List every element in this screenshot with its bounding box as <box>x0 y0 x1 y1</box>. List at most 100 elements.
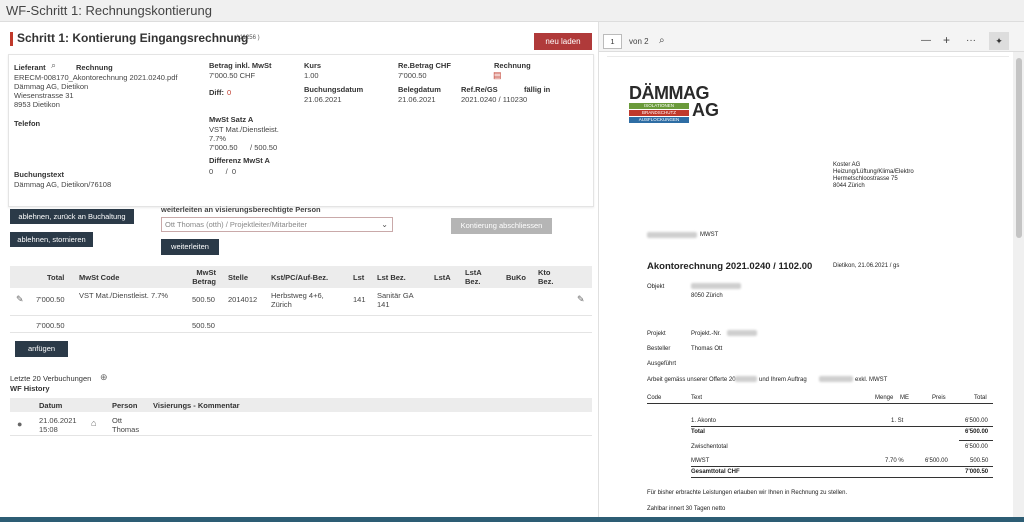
redacted-block <box>819 376 853 382</box>
col-doc-total: Total <box>974 395 987 401</box>
mwst-satz-line-3: 7'000.50 / 500.50 <box>209 143 278 152</box>
header-accent <box>10 32 13 46</box>
arbeit-text-2: und Ihrem Auftrag <box>759 377 807 383</box>
arbeit-text-1: Arbeit gemäss unserer Offerte 20 <box>647 377 736 383</box>
pdf-toolbar: 1 von 2 ⌕ — + ··· ✦ <box>599 22 1024 52</box>
rechnung2-label: Rechnung <box>494 61 531 70</box>
reload-button[interactable]: neu laden <box>534 33 592 50</box>
diff-value: 0 <box>227 88 232 97</box>
page-number-input[interactable]: 1 <box>603 34 622 49</box>
diff-label: Diff: <box>209 88 224 97</box>
rechnung-label: Rechnung <box>76 63 113 72</box>
pdf-viewer-pane: 1 von 2 ⌕ — + ··· ✦ DÄMMAG AG ISOLATIONE… <box>598 22 1024 522</box>
refre-label: Ref.Re/GS <box>461 85 498 94</box>
last-bookings-link[interactable]: Letzte 20 Verbuchungen <box>10 374 91 383</box>
row-mwst-code: VST Mat./Dienstleist. 7.7% <box>79 291 169 300</box>
edit-doc-icon[interactable]: ✎ <box>577 294 585 305</box>
page-title: Schritt 1: Kontierung Eingangsrechnung <box>17 31 249 45</box>
reject-back-button[interactable]: ablehnen, zurück an Buchaltung <box>10 209 134 224</box>
forward-button[interactable]: weiterleiten <box>161 239 219 255</box>
reject-cancel-button[interactable]: ablehnen, stornieren <box>10 232 93 247</box>
total-label: Total <box>691 429 705 435</box>
col-kst: Kst/PC/Auf-Bez. <box>271 273 329 282</box>
gesamt-value: 7'000.50 <box>965 469 989 475</box>
chevron-down-icon: ⌄ <box>381 220 388 229</box>
zwischentotal-label: Zwischentotal <box>691 444 728 450</box>
col-buko: BuKo <box>506 273 526 282</box>
mwst-value: 500.50 <box>970 458 989 464</box>
history-table-header: Datum Person Visierungs - Kommentar <box>10 398 592 412</box>
table-row[interactable]: ✎ 7'000.50 VST Mat./Dienstleist. 7.7% 50… <box>10 289 592 316</box>
besteller-value: Thomas Ott <box>691 346 723 352</box>
mwst-base: 6'500.00 <box>925 458 948 464</box>
edit-icon[interactable]: ✎ <box>16 294 24 305</box>
invoice-filename[interactable]: ERECM-008170_Akontorechnung 2021.0240.pd… <box>14 73 177 82</box>
objekt-label: Objekt <box>647 284 665 290</box>
col-mwst-betrag: MwSt Betrag <box>192 268 216 286</box>
refre-value: 2021.0240 / 110230 <box>461 95 528 104</box>
mwst-label: MWST <box>691 458 710 464</box>
col-menge: Menge <box>875 395 894 401</box>
recipient-line-4: 8044 Zürich <box>833 183 865 189</box>
row-mwst-betrag: 500.50 <box>192 295 215 304</box>
col-stelle: Stelle <box>228 273 249 282</box>
more-button[interactable]: ··· <box>966 35 976 46</box>
complete-posting-button[interactable]: Kontierung abschliessen <box>451 218 552 234</box>
arbeit-text-3: exkl. MWST <box>855 377 888 383</box>
buchungsdatum-label: Buchungsdatum <box>304 85 364 94</box>
recipient-line-1: Koster AG <box>833 162 861 168</box>
table-rule <box>959 440 993 441</box>
forward-label: weiterleiten an visierungsberechtigte Pe… <box>161 205 321 214</box>
buchungstext-value: Dämmag AG, Dietikon/76108 <box>14 180 112 189</box>
pdf-icon[interactable]: ▤ <box>493 70 502 81</box>
recipient-line-2: Heizung/Lüftung/Klima/Elektro <box>833 169 914 175</box>
betrag-label: Betrag inkl. MwSt <box>209 61 272 70</box>
buchungsdatum-value: 21.06.2021 <box>304 95 342 104</box>
pdf-page: DÄMMAG AG ISOLATIONEN BRANDSCHUTZ AUSFLO… <box>607 56 1009 522</box>
pin-icon[interactable]: ✦ <box>989 32 1009 50</box>
add-row-button[interactable]: anfügen <box>15 341 68 357</box>
gesamt-label: Gesamttotal CHF <box>691 469 740 475</box>
company-logo: DÄMMAG AG ISOLATIONEN BRANDSCHUTZ AUSFLO… <box>629 83 729 125</box>
forward-person-select[interactable]: Ott Thomas (otth) / Projektleiter/Mitarb… <box>161 217 393 232</box>
col-lsta-bez: LstA Bez. <box>465 268 482 286</box>
recipient-line-3: Hermetschloostrasse 75 <box>833 176 898 182</box>
address-line-1: Dämmag AG, Dietikon <box>14 82 89 91</box>
row-lst: 141 <box>353 295 366 304</box>
history-date: 21.06.2021 15:08 <box>39 416 77 434</box>
search-icon[interactable]: ⌕ <box>659 35 665 46</box>
row-stelle: 2014012 <box>228 295 258 304</box>
invoice-info-card: Lieferant ⌕ Rechnung ERECM-008170_Akonto… <box>8 54 594 207</box>
row-lst-bez: Sanitär GA 141 <box>377 291 414 309</box>
sum-total: 7'000.50 <box>36 321 65 330</box>
page-count: von 2 <box>629 37 649 46</box>
zoom-in-button[interactable]: + <box>943 33 950 47</box>
buchungstext-label: Buchungstext <box>14 170 65 179</box>
row-total: 7'000.50 <box>36 295 65 304</box>
scroll-thumb[interactable] <box>1016 58 1022 238</box>
zoom-out-button[interactable]: — <box>921 35 931 46</box>
table-rule <box>691 426 993 427</box>
form-pane: Schritt 1: Kontierung Eingangsrechnung (… <box>0 22 598 517</box>
zwischentotal-value: 6'500.00 <box>965 444 988 450</box>
logo-ag: AG <box>692 100 719 120</box>
col-kto-bez: Kto Bez. <box>538 268 554 286</box>
rebetrag-value: 7'000.50 <box>398 71 427 80</box>
rebetrag-label: Re.Betrag CHF <box>398 61 451 70</box>
plus-circle-icon[interactable]: ⊕ <box>100 372 108 383</box>
window-title: WF-Schritt 1: Rechnungskontierung <box>6 3 212 18</box>
kurs-label: Kurs <box>304 61 322 70</box>
objekt-city: 8050 Zürich <box>691 293 723 299</box>
table-rule <box>691 477 993 478</box>
sum-mwst-betrag: 500.50 <box>192 321 215 330</box>
telefon-label: Telefon <box>14 119 41 128</box>
pdf-scrollbar[interactable] <box>1013 52 1024 517</box>
table-rule <box>691 466 993 467</box>
col-text: Text <box>691 395 703 401</box>
redacted-block <box>691 283 741 289</box>
row-kst: Herbstweg 4+6, Zürich <box>271 291 324 309</box>
item-menge: 1. St <box>891 418 904 424</box>
col-total: Total <box>47 273 65 282</box>
search-icon[interactable]: ⌕ <box>51 60 56 71</box>
col-mwst-code: MwSt Code <box>79 273 120 282</box>
